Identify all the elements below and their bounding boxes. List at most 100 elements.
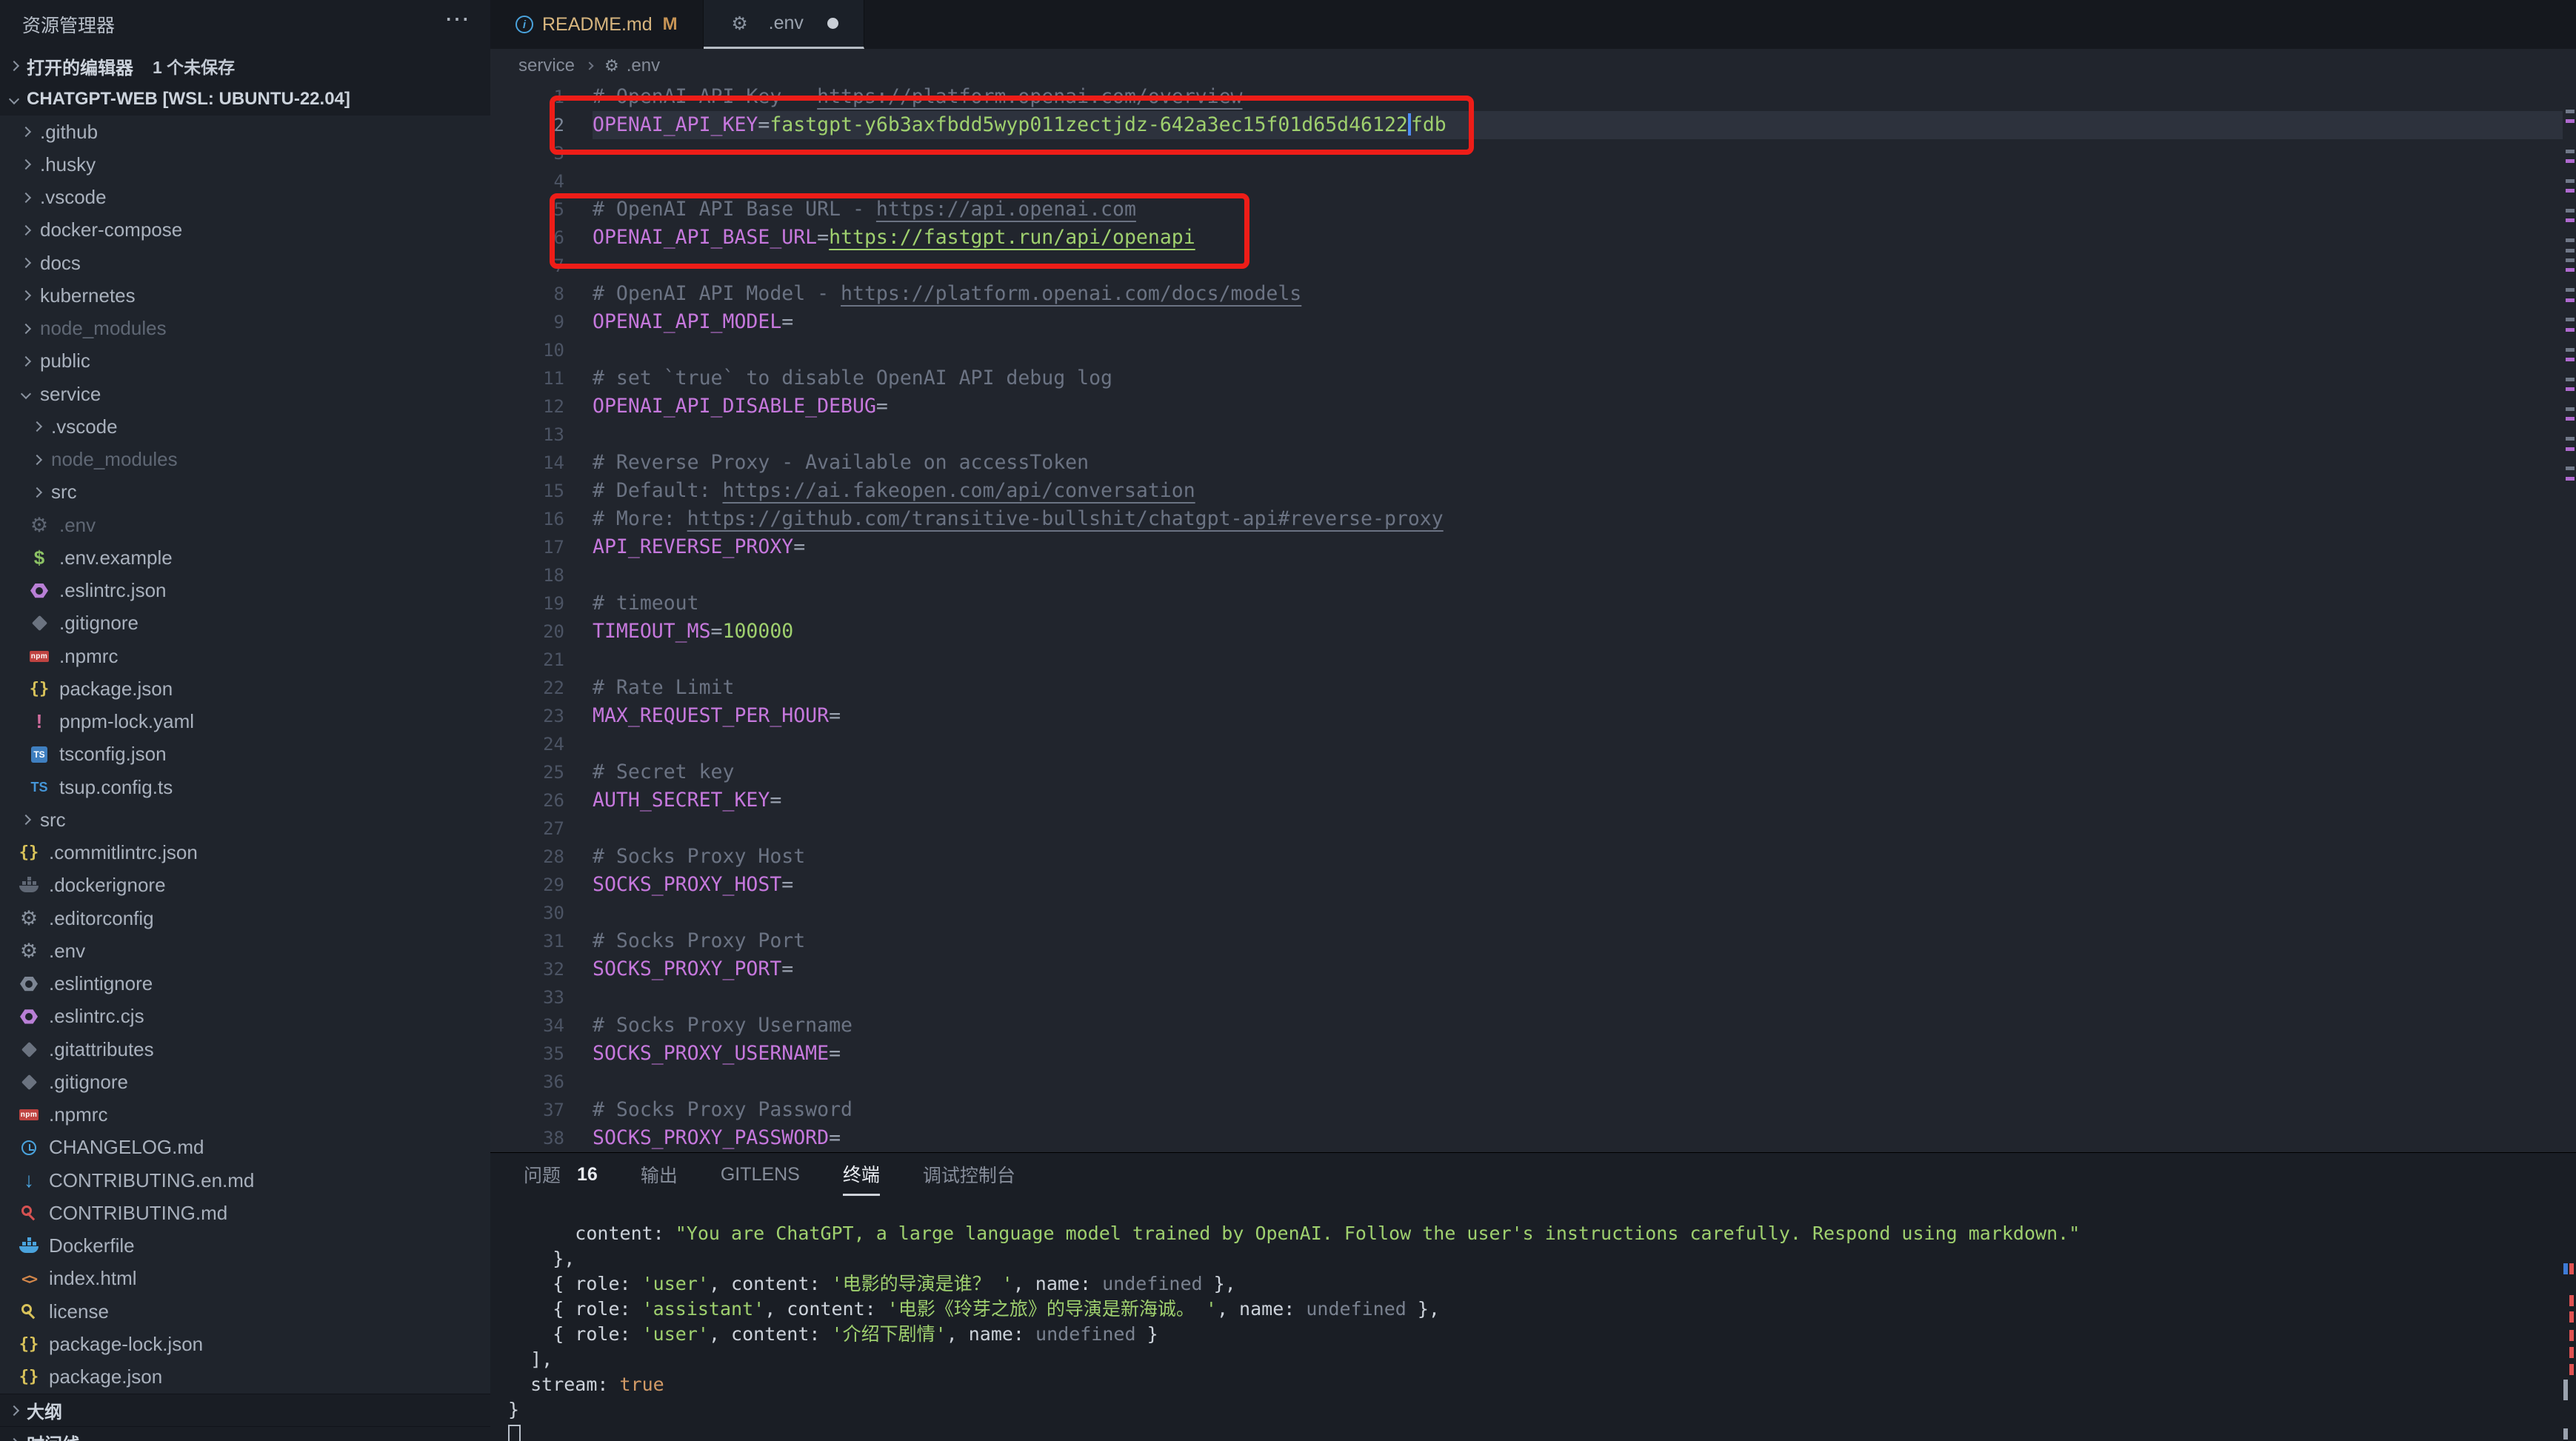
tree-item-CHANGELOG.md[interactable]: CHANGELOG.md (0, 1131, 490, 1164)
tree-item-.env.example[interactable]: $.env.example (0, 541, 490, 574)
tree-item-node_modules[interactable]: node_modules (0, 444, 490, 476)
outline-section[interactable]: 大纲 (0, 1394, 490, 1426)
tree-item-package.json[interactable]: {}package.json (0, 1361, 490, 1394)
code-line[interactable]: 25# Secret key (490, 758, 2564, 786)
tree-item-kubernetes[interactable]: kubernetes (0, 279, 490, 312)
code-line[interactable]: 28# Socks Proxy Host (490, 843, 2564, 871)
code-line[interactable]: 34# Socks Proxy Username (490, 1012, 2564, 1040)
tree-item-package-lock.json[interactable]: {}package-lock.json (0, 1328, 490, 1360)
tree-item-.gitignore[interactable]: .gitignore (0, 1066, 490, 1098)
tree-item-node_modules[interactable]: node_modules (0, 312, 490, 345)
tree-item-.eslintignore[interactable]: .eslintignore (0, 968, 490, 1000)
panel-tab-输出[interactable]: 输出 (641, 1153, 678, 1196)
tree-item-pnpm-lock.yaml[interactable]: !pnpm-lock.yaml (0, 706, 490, 738)
tab-readme[interactable]: i README.md M (490, 0, 704, 49)
tree-item-.npmrc[interactable]: npm.npmrc (0, 640, 490, 672)
tree-item-.eslintrc.json[interactable]: .eslintrc.json (0, 575, 490, 607)
code-line[interactable]: 12OPENAI_API_DISABLE_DEBUG= (490, 392, 2564, 421)
tree-item-.vscode[interactable]: .vscode (0, 410, 490, 443)
panel-tab-label: 问题 (524, 1161, 561, 1188)
tree-item-package.json[interactable]: {}package.json (0, 672, 490, 705)
tree-item-tsup.config.ts[interactable]: TStsup.config.ts (0, 771, 490, 803)
tree-item-.editorconfig[interactable]: ⚙.editorconfig (0, 902, 490, 935)
tree-item-.eslintrc.cjs[interactable]: .eslintrc.cjs (0, 1000, 490, 1033)
tree-item-Dockerfile[interactable]: Dockerfile (0, 1230, 490, 1263)
code-line[interactable]: 17API_REVERSE_PROXY= (490, 533, 2564, 561)
code-line[interactable]: 20TIMEOUT_MS=100000 (490, 618, 2564, 646)
code-line[interactable]: 35SOCKS_PROXY_USERNAME= (490, 1040, 2564, 1068)
code-line[interactable]: 22# Rate Limit (490, 674, 2564, 702)
code-line[interactable]: 33 (490, 983, 2564, 1012)
code-line[interactable]: 36 (490, 1068, 2564, 1096)
tree-item-index.html[interactable]: <>index.html (0, 1263, 490, 1295)
chevron-right-icon (21, 356, 31, 367)
code-line[interactable]: 24 (490, 730, 2564, 758)
terminal-output[interactable]: content: "You are ChatGPT, a large langu… (508, 1221, 2080, 1441)
tree-item-.dockerignore[interactable]: .dockerignore (0, 869, 490, 902)
breadcrumb-file-label: .env (627, 56, 660, 76)
panel-tab-调试控制台[interactable]: 调试控制台 (923, 1153, 1015, 1196)
timeline-section[interactable]: 时间线 (0, 1426, 490, 1441)
code-line[interactable]: 26AUTH_SECRET_KEY= (490, 786, 2564, 815)
code-line[interactable]: 23MAX_REQUEST_PER_HOUR= (490, 702, 2564, 730)
tree-item-src[interactable]: src (0, 803, 490, 836)
line-number: 9 (490, 308, 593, 336)
code-line[interactable]: 19# timeout (490, 589, 2564, 618)
code-line[interactable]: 14# Reverse Proxy - Available on accessT… (490, 449, 2564, 477)
project-root-section[interactable]: CHATGPT-WEB [WSL: UBUNTU-22.04] (0, 83, 490, 116)
code-line[interactable]: 37# Socks Proxy Password (490, 1096, 2564, 1124)
tree-item-CONTRIBUTING.en.md[interactable]: ↓CONTRIBUTING.en.md (0, 1164, 490, 1197)
panel-tab-终端[interactable]: 终端 (843, 1153, 880, 1196)
unsaved-dot-icon[interactable] (827, 18, 838, 29)
panel-scrollbar-decorations[interactable] (2563, 1153, 2576, 1441)
tree-item-docs[interactable]: docs (0, 247, 490, 279)
code-line[interactable]: 10 (490, 336, 2564, 364)
code-line[interactable]: 27 (490, 815, 2564, 843)
tree-item-.github[interactable]: .github (0, 116, 490, 148)
code-editor[interactable]: 1# OpenAI API Key - https://platform.ope… (490, 83, 2576, 1152)
code-line[interactable]: 15# Default: https://ai.fakeopen.com/api… (490, 477, 2564, 505)
code-line[interactable]: 30 (490, 899, 2564, 927)
tree-item-.commitlintrc.json[interactable]: {}.commitlintrc.json (0, 837, 490, 869)
code-line[interactable]: 38SOCKS_PROXY_PASSWORD= (490, 1124, 2564, 1152)
gear-icon: ⚙ (604, 56, 619, 76)
docker-icon (18, 1235, 40, 1257)
code-line-text: # Socks Proxy Port (593, 927, 805, 955)
overview-ruler[interactable] (2564, 83, 2576, 1152)
tree-item-label: src (51, 481, 77, 504)
tree-item-.npmrc[interactable]: npm.npmrc (0, 1099, 490, 1131)
panel-tab-GITLENS[interactable]: GITLENS (721, 1153, 800, 1196)
code-line[interactable]: 11# set `true` to disable OpenAI API deb… (490, 364, 2564, 392)
tab-env[interactable]: ⚙ .env (704, 0, 864, 49)
code-line[interactable]: 4 (490, 167, 2564, 195)
tree-item-public[interactable]: public (0, 345, 490, 378)
code-line[interactable]: 29SOCKS_PROXY_HOST= (490, 871, 2564, 899)
code-line[interactable]: 9OPENAI_API_MODEL= (490, 308, 2564, 336)
tree-item-.gitattributes[interactable]: .gitattributes (0, 1033, 490, 1066)
chevron-right-icon (21, 193, 31, 203)
panel-tab-问题[interactable]: 问题16 (524, 1153, 598, 1196)
code-line[interactable]: 21 (490, 646, 2564, 674)
breadcrumb-file[interactable]: ⚙ .env (604, 56, 660, 76)
more-actions-icon[interactable]: ⋯ (444, 4, 471, 34)
tree-item-license[interactable]: license (0, 1295, 490, 1328)
open-editors-section[interactable]: 打开的编辑器 1 个未保存 (0, 49, 490, 83)
code-line[interactable]: 8# OpenAI API Model - https://platform.o… (490, 280, 2564, 308)
code-line[interactable]: 13 (490, 421, 2564, 449)
code-line[interactable]: 32SOCKS_PROXY_PORT= (490, 955, 2564, 983)
tree-item-.gitignore[interactable]: .gitignore (0, 607, 490, 640)
tree-item-CONTRIBUTING.md[interactable]: CONTRIBUTING.md (0, 1197, 490, 1229)
code-line[interactable]: 16# More: https://github.com/transitive-… (490, 505, 2564, 533)
tree-item-.env[interactable]: ⚙.env (0, 509, 490, 541)
tree-item-docker-compose[interactable]: docker-compose (0, 214, 490, 247)
code-line[interactable]: 18 (490, 561, 2564, 589)
tree-item-.env[interactable]: ⚙.env (0, 935, 490, 967)
tree-item-.vscode[interactable]: .vscode (0, 181, 490, 214)
tree-item-tsconfig.json[interactable]: TStsconfig.json (0, 738, 490, 771)
tree-item-src[interactable]: src (0, 476, 490, 509)
breadcrumb-folder[interactable]: service (518, 56, 575, 76)
tree-item-.husky[interactable]: .husky (0, 148, 490, 181)
tree-item-service[interactable]: service (0, 378, 490, 410)
code-line-text: # Socks Proxy Password (593, 1096, 852, 1124)
code-line[interactable]: 31# Socks Proxy Port (490, 927, 2564, 955)
